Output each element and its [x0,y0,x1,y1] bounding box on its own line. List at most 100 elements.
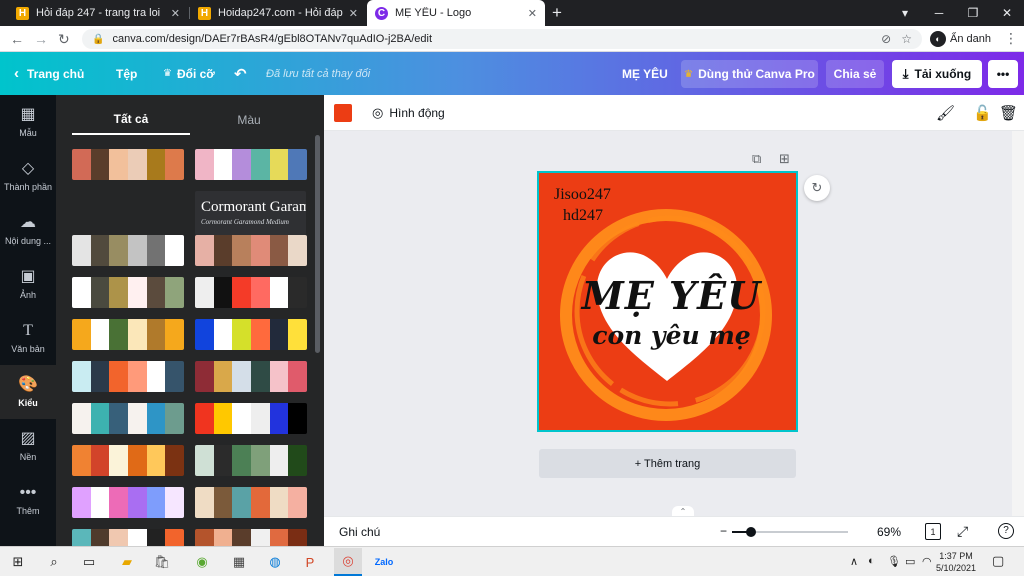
close-window-icon[interactable]: ✕ [990,6,1024,20]
color-palette-left-4[interactable] [72,319,184,350]
reload-icon[interactable]: ↻ [58,31,70,48]
url-field[interactable]: 🔒 canva.com/design/DAEr7rBAsR4/gEbl8OTAN… [82,29,922,49]
rail-item-more[interactable]: ••• Thêm [0,473,56,527]
minimize-icon[interactable]: ─ [922,6,956,20]
resize-button[interactable]: ♛ Đổi cỡ [163,52,215,95]
canvas-vertical-scrollbar[interactable] [1012,131,1024,516]
back-icon[interactable]: ← [10,31,24,47]
animate-button[interactable]: ◎ Hình động [372,95,445,131]
fullscreen-icon[interactable]: ⤢ [957,523,968,540]
color-palette-right-4[interactable] [195,319,307,350]
download-button[interactable]: ⤓ Tải xuống [892,60,982,88]
color-palette-left-7[interactable] [72,445,184,476]
color-palette-right-7[interactable] [195,445,307,476]
duplicate-page-icon[interactable]: ⧉ [752,151,761,167]
color-palette-left-2[interactable] [72,235,184,266]
color-palette-right-3[interactable] [195,277,307,308]
undo-icon[interactable]: ↶ [234,52,247,95]
close-tab-icon[interactable]: ✕ [349,7,358,20]
tab-search-icon[interactable]: ▾ [888,6,922,20]
color-palette-right-8[interactable] [195,487,307,518]
zoom-slider[interactable] [732,527,848,537]
wifi-icon[interactable]: ◠ [922,555,932,568]
color-palette-right-1[interactable] [195,149,307,180]
browser-tab-hoidap-2[interactable]: H Hoidap247.com - Hỏi đáp bài tập ✕ [190,0,366,26]
notes-button[interactable]: Ghi chú [339,525,380,539]
notifications-icon[interactable]: ▢ [992,553,1004,569]
home-button[interactable]: ‹ Trang chủ [14,52,84,95]
color-palette-right-5[interactable] [195,361,307,392]
design-title-text[interactable]: MẸ YÊU [579,273,764,318]
tray-app-icon[interactable]: ◐ [868,555,875,567]
browser-tab-hoidap-1[interactable]: H Hỏi đáp 247 - trang tra loi ✕ [8,0,188,26]
maximize-icon[interactable]: ❐ [956,6,990,20]
tab-colors[interactable]: Màu [190,105,308,135]
page-count-icon[interactable]: 1 [925,523,941,540]
calculator-icon[interactable]: ▦ [229,552,249,572]
background-color-swatch[interactable] [334,104,352,122]
color-palette-right-2[interactable] [195,235,307,266]
color-palette-left-5[interactable] [72,361,184,392]
rail-item-background[interactable]: ▨ Nền [0,419,56,473]
url-text[interactable]: canva.com/design/DAEr7rBAsR4/gEbl8OTANv7… [112,33,871,45]
search-icon[interactable]: ⌕ [44,552,64,572]
battery-icon[interactable]: ▭ [905,555,915,568]
edge-icon[interactable]: ◍ [265,552,285,572]
windows-start-icon[interactable]: ⊞ [8,552,28,572]
design-subtitle-text[interactable]: con yêu mẹ [579,321,764,350]
file-menu-button[interactable]: Tệp [116,52,137,95]
powerpoint-icon[interactable]: P [300,552,320,572]
rotate-icon[interactable]: ↻ [804,175,830,201]
zoom-value[interactable]: 69% [877,525,901,539]
bookmark-star-icon[interactable]: ☆ [901,32,912,46]
tab-all[interactable]: Tất cả [72,105,190,135]
tray-chevron-icon[interactable]: ∧ [850,555,858,568]
microphone-icon[interactable]: 🎙 [887,555,901,568]
share-button[interactable]: Chia sẻ [826,60,884,88]
zoom-out-icon[interactable]: − [720,524,727,538]
try-pro-button[interactable]: ♛ Dùng thử Canva Pro [681,60,818,88]
color-palette-left-8[interactable] [72,487,184,518]
rail-item-elements[interactable]: ◇ Thành phần [0,149,56,203]
trash-icon[interactable]: 🗑 [999,104,1018,122]
coccoc-icon[interactable]: ◉ [192,552,212,572]
color-palette-right-6[interactable] [195,403,307,434]
zalo-icon[interactable]: Zalo [374,552,394,572]
close-tab-icon[interactable]: ✕ [171,7,180,20]
store-icon[interactable]: 🛍 [152,552,172,572]
file-explorer-icon[interactable]: ▰ [117,552,137,572]
browser-menu-icon[interactable]: ⋮ [1004,30,1018,47]
color-palette-left-6[interactable] [72,403,184,434]
color-palette-left-9[interactable] [72,529,184,546]
rail-item-templates[interactable]: ▦ Mẫu [0,95,56,149]
new-tab-icon[interactable]: + [552,3,562,23]
task-view-icon[interactable]: ▭ [79,552,99,572]
handwritten-text-1[interactable]: Jisoo247 [554,186,611,204]
add-page-button[interactable]: + Thêm trang [539,449,796,478]
add-page-icon[interactable]: ⊞ [779,151,790,167]
paint-roller-icon[interactable]: 🖌 [936,104,955,122]
help-icon[interactable]: ? [998,523,1014,539]
zoom-slider-handle[interactable] [745,527,756,537]
system-clock[interactable]: 1:37 PM 5/10/2021 [936,550,976,574]
color-palette-left-3[interactable] [72,277,184,308]
handwritten-text-2[interactable]: hd247 [563,207,603,225]
chrome-icon[interactable]: ◎ [334,548,362,576]
tracking-blocked-icon[interactable]: ⊘ [881,32,891,46]
rail-item-photos[interactable]: ▣ Ảnh [0,257,56,311]
lock-icon[interactable]: 🔒 [92,34,104,45]
color-palette-left-1[interactable] [72,149,184,180]
rail-item-text[interactable]: T Văn bản [0,311,56,365]
forward-icon[interactable]: → [34,31,48,47]
rail-item-styles[interactable]: 🎨 Kiểu [0,365,56,419]
panel-scrollbar[interactable] [315,135,320,353]
rail-item-uploads[interactable]: ☁ Nội dung ... [0,203,56,257]
lock-icon[interactable]: 🔓 [973,104,992,122]
design-page[interactable]: Jisoo247 hd247 MẸ YÊU con yêu mẹ [537,171,798,432]
color-palette-right-9[interactable] [195,529,307,546]
incognito-profile[interactable]: ◐ Ẩn danh [930,31,991,47]
close-tab-icon[interactable]: ✕ [528,7,537,20]
browser-tab-canva[interactable]: C MẸ YÊU - Logo ✕ [367,0,545,26]
font-combination-card[interactable]: Cormorant Garamond Cormorant Garamond Me… [195,191,306,235]
more-options-button[interactable]: ••• [988,60,1018,88]
